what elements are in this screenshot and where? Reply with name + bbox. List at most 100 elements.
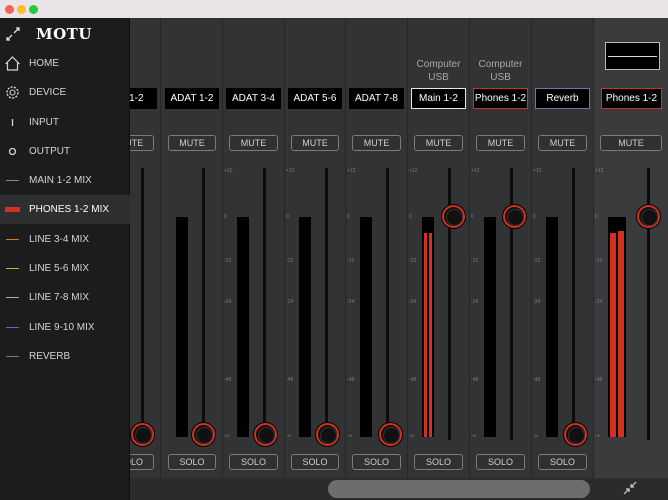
scale-ticks: +12 0 -12 -24 -48 -∞ bbox=[346, 168, 358, 440]
scale-label: -12 bbox=[409, 258, 417, 264]
master-name-button[interactable]: Phones 1-2 bbox=[601, 88, 662, 109]
channel-name-button[interactable]: Main 1-2 bbox=[411, 88, 466, 109]
scale-label: -48 bbox=[595, 377, 603, 383]
mute-button[interactable]: MUTE bbox=[476, 135, 525, 151]
sidebar-item-label: LINE 3-4 MIX bbox=[29, 234, 90, 245]
channel-name-button[interactable]: ADAT 1-2 bbox=[165, 88, 219, 109]
scale-label: -12 bbox=[533, 258, 541, 264]
minimize-window-button[interactable] bbox=[17, 5, 26, 14]
mute-button[interactable]: MUTE bbox=[291, 135, 339, 151]
scale-ticks: +12 0 -12 -24 -48 -∞ bbox=[470, 168, 482, 440]
fader-track bbox=[325, 168, 328, 440]
scale-label: -24 bbox=[224, 299, 232, 305]
level-meter bbox=[360, 217, 372, 437]
level-meter bbox=[422, 217, 434, 437]
fader-track bbox=[141, 168, 144, 440]
mute-button[interactable]: MUTE bbox=[229, 135, 278, 151]
scale-label: -12 bbox=[224, 258, 232, 264]
sidebar-item-home[interactable]: HOME bbox=[0, 49, 130, 78]
sidebar-item-reverb[interactable]: REVERB bbox=[0, 342, 130, 371]
mix-color-swatch bbox=[6, 297, 19, 298]
scale-label: -12 bbox=[286, 258, 294, 264]
mute-button[interactable]: MUTE bbox=[414, 135, 463, 151]
fader-knob[interactable] bbox=[192, 423, 215, 446]
sidebar-item-phones-mix[interactable]: PHONES 1-2 MIX bbox=[0, 195, 130, 224]
mute-button[interactable]: MUTE bbox=[168, 135, 216, 151]
solo-button[interactable]: SOLO bbox=[168, 454, 216, 470]
mix-color-swatch bbox=[6, 327, 19, 328]
zoom-window-button[interactable] bbox=[29, 5, 38, 14]
solo-button[interactable]: SOLO bbox=[229, 454, 278, 470]
sidebar-item-line-5-6-mix[interactable]: LINE 5-6 MIX bbox=[0, 254, 130, 283]
channel-name-button[interactable]: Reverb bbox=[535, 88, 590, 109]
fader-knob[interactable] bbox=[131, 423, 154, 446]
mix-color-swatch bbox=[5, 207, 20, 212]
sidebar-item-label: LINE 5-6 MIX bbox=[29, 263, 90, 274]
channel-name-button[interactable]: ADAT 3-4 bbox=[226, 88, 281, 109]
sidebar-item-line-9-10-mix[interactable]: LINE 9-10 MIX bbox=[0, 313, 130, 342]
gear-icon bbox=[6, 86, 19, 99]
sidebar-item-line-3-4-mix[interactable]: LINE 3-4 MIX bbox=[0, 225, 130, 254]
scale-label: -24 bbox=[595, 299, 603, 305]
level-meter bbox=[484, 217, 496, 437]
sidebar-item-output[interactable]: OUTPUT bbox=[0, 137, 130, 166]
close-window-button[interactable] bbox=[5, 5, 14, 14]
scale-label: -24 bbox=[533, 299, 541, 305]
scale-label: -24 bbox=[409, 299, 417, 305]
scale-label: +12 bbox=[533, 168, 542, 174]
solo-button[interactable]: SOLO bbox=[538, 454, 587, 470]
sidebar-item-main-mix[interactable]: MAIN 1-2 MIX bbox=[0, 166, 130, 195]
scale-ticks: +12 0 -12 -24 -48 -∞ bbox=[285, 168, 297, 440]
scale-label: -∞ bbox=[471, 433, 477, 439]
scale-label: -48 bbox=[347, 377, 355, 383]
sidebar-item-label: PHONES 1-2 MIX bbox=[29, 204, 110, 215]
channel-name-button[interactable]: Phones 1-2 bbox=[473, 88, 528, 109]
solo-button[interactable]: SOLO bbox=[352, 454, 401, 470]
meter-level-left bbox=[610, 233, 616, 437]
scale-label: +12 bbox=[471, 168, 480, 174]
scale-label: +12 bbox=[224, 168, 233, 174]
sidebar-item-device[interactable]: DEVICE bbox=[0, 78, 130, 107]
fader-knob[interactable] bbox=[442, 205, 465, 228]
sidebar-item-label: HOME bbox=[29, 58, 59, 69]
scale-label: -48 bbox=[533, 377, 541, 383]
scale-ticks: +12 0 -12 -24 -48 -∞ bbox=[408, 168, 420, 440]
scale-label: -24 bbox=[471, 299, 479, 305]
mute-button[interactable]: MUTE bbox=[538, 135, 587, 151]
fader-knob[interactable] bbox=[564, 423, 587, 446]
sidebar-item-line-7-8-mix[interactable]: LINE 7-8 MIX bbox=[0, 283, 130, 312]
fader-knob[interactable] bbox=[379, 423, 402, 446]
scale-label: -48 bbox=[471, 377, 479, 383]
meter-level-right bbox=[429, 233, 432, 437]
scale-label: -48 bbox=[286, 377, 294, 383]
scale-label: 0 bbox=[286, 214, 289, 220]
scrollbar-thumb[interactable] bbox=[328, 480, 590, 498]
scale-label: -∞ bbox=[347, 433, 353, 439]
solo-button[interactable]: SOLO bbox=[414, 454, 463, 470]
house-icon bbox=[5, 56, 20, 71]
sidebar-item-input[interactable]: INPUT bbox=[0, 108, 130, 137]
scale-label: 0 bbox=[409, 214, 412, 220]
fader-knob[interactable] bbox=[254, 423, 277, 446]
channel-name-button[interactable]: ADAT 5-6 bbox=[288, 88, 342, 109]
fader-knob[interactable] bbox=[316, 423, 339, 446]
horizontal-scrollbar[interactable] bbox=[130, 478, 668, 500]
level-meter bbox=[176, 217, 188, 437]
mix-color-swatch bbox=[6, 356, 19, 357]
sidebar-item-label: INPUT bbox=[29, 117, 59, 128]
sidebar: MOTU HOME DEVICE INPUT OUTPUT MAIN 1-2 M… bbox=[0, 18, 130, 500]
solo-button[interactable]: SOLO bbox=[291, 454, 339, 470]
fader-knob[interactable] bbox=[503, 205, 526, 228]
channel-name-button[interactable]: ADAT 7-8 bbox=[349, 88, 404, 109]
scale-label: -48 bbox=[224, 377, 232, 383]
scale-label: -12 bbox=[347, 258, 355, 264]
expand-arrows-icon[interactable] bbox=[6, 27, 20, 41]
master-mute-button[interactable]: MUTE bbox=[600, 135, 662, 151]
scale-label: -∞ bbox=[533, 433, 539, 439]
master-fader-knob[interactable] bbox=[637, 205, 660, 228]
scale-label: 0 bbox=[347, 214, 350, 220]
master-level-meter bbox=[608, 217, 626, 437]
solo-button[interactable]: SOLO bbox=[476, 454, 525, 470]
mute-button[interactable]: MUTE bbox=[352, 135, 401, 151]
collapse-arrows-icon[interactable] bbox=[623, 481, 637, 495]
